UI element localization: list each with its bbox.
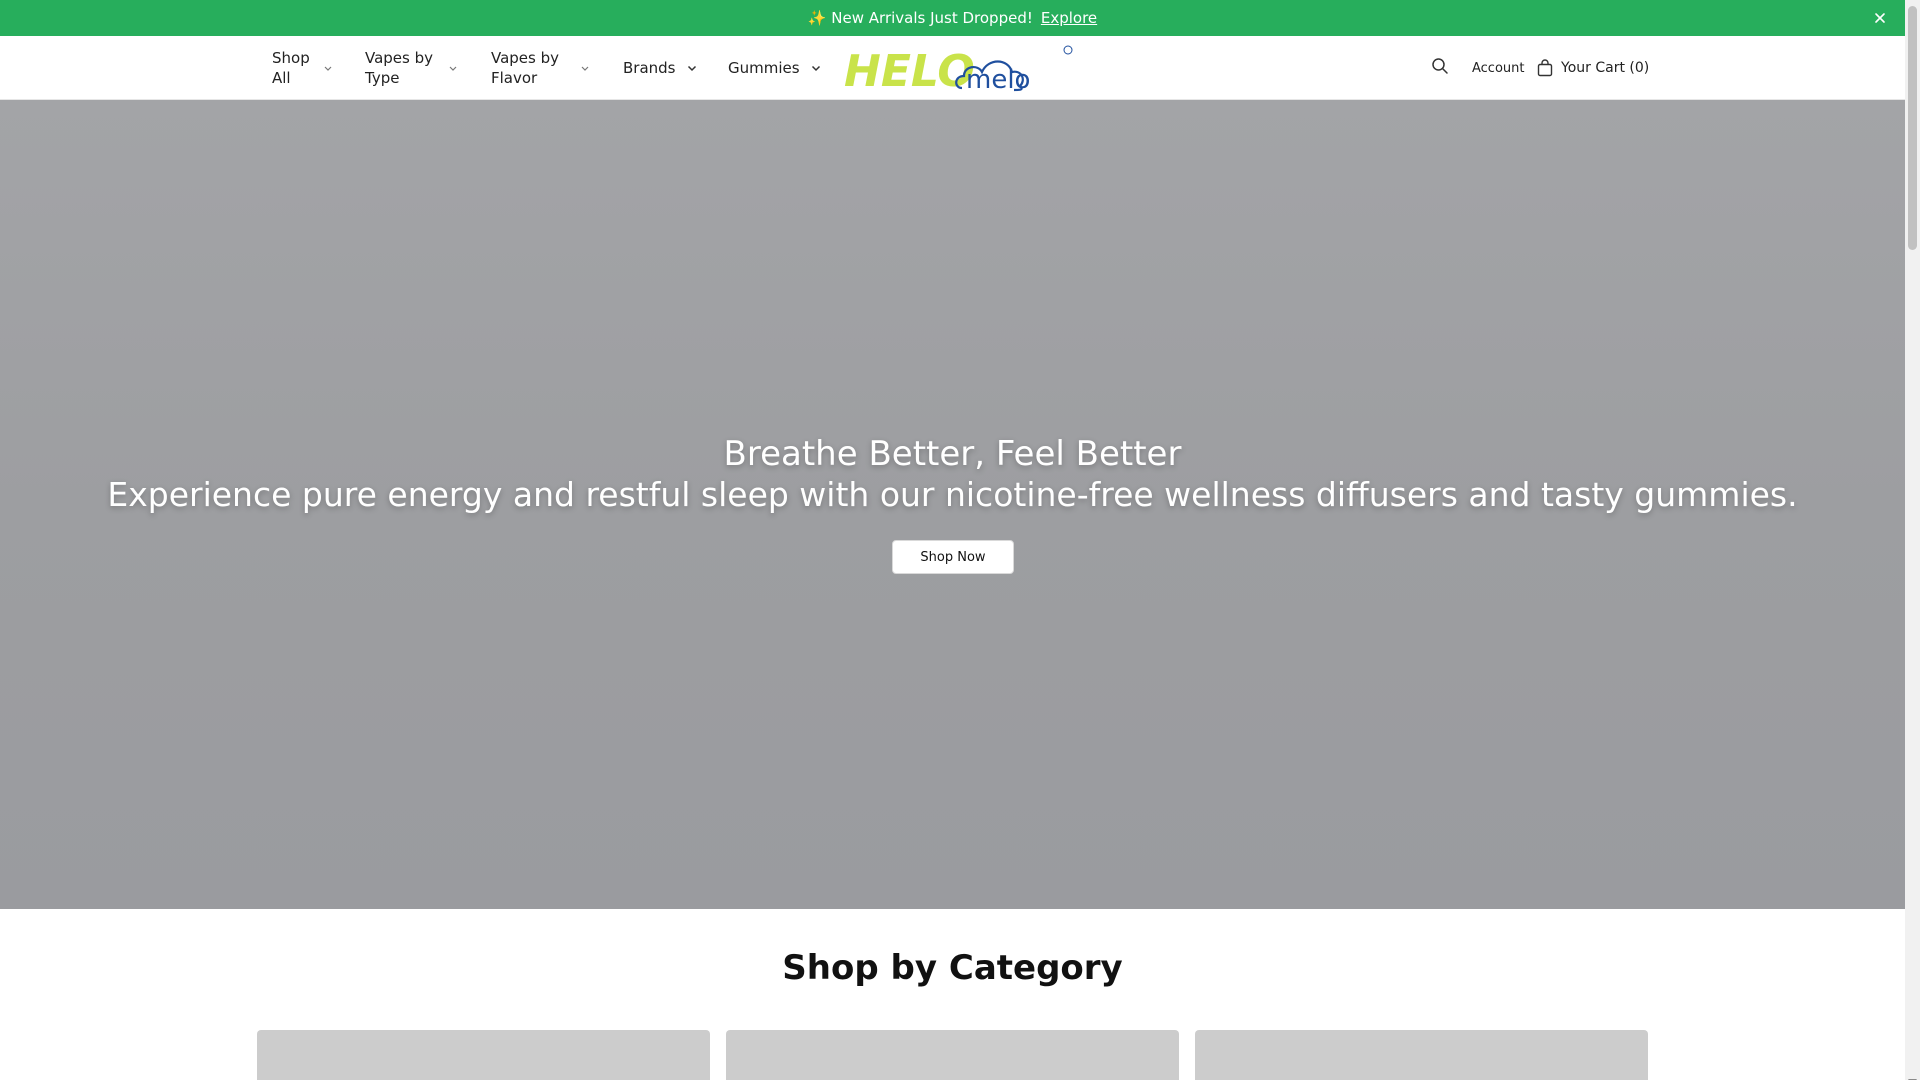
nav-vapes-by-type[interactable]: Vapes by Type xyxy=(365,36,459,100)
brand-logos[interactable]: HELO melo xyxy=(842,44,1074,97)
category-card[interactable] xyxy=(726,1030,1179,1080)
chevron-down-icon xyxy=(810,62,822,74)
sparkle-icon: ✨ xyxy=(807,9,827,27)
hero-title: Breathe Better, Feel Better xyxy=(723,434,1182,474)
scroll-down-icon[interactable] xyxy=(1908,1070,1917,1080)
bag-icon xyxy=(1537,59,1553,77)
melo-logo-text: melo xyxy=(966,65,1030,94)
chevron-down-icon xyxy=(447,62,459,74)
shop-now-button[interactable]: Shop Now xyxy=(892,540,1014,574)
nav-vapes-by-flavor-label: Vapes by Flavor xyxy=(491,49,560,87)
nav-brands-label: Brands xyxy=(623,59,676,77)
scrollbar-thumb[interactable] xyxy=(1908,6,1917,250)
close-icon[interactable] xyxy=(1871,9,1889,27)
search-button[interactable] xyxy=(1428,36,1452,100)
page-scrollbar[interactable] xyxy=(1905,0,1920,1080)
cart-label: Your Cart (0) xyxy=(1561,60,1650,76)
cart-link[interactable]: Your Cart (0) xyxy=(1537,36,1649,100)
nav-shop-all[interactable]: Shop All xyxy=(272,36,334,100)
helo-melo-logo: HELO melo xyxy=(844,45,1073,97)
category-card[interactable] xyxy=(257,1030,710,1080)
nav-gummies-label: Gummies xyxy=(728,59,800,77)
hero-subtitle: Experience pure energy and restful sleep… xyxy=(107,475,1798,514)
announcement-bar: ✨ New Arrivals Just Dropped! Explore xyxy=(0,0,1905,36)
site-header: Shop All Vapes by Type Vapes by Flavor Bran… xyxy=(0,36,1905,100)
announcement-text: ✨ New Arrivals Just Dropped! xyxy=(808,9,1033,27)
helo-logo-text: HELO xyxy=(844,46,975,94)
account-link[interactable]: Account xyxy=(1472,36,1525,100)
nav-shop-all-label: Shop All xyxy=(272,49,310,87)
chevron-down-icon xyxy=(579,62,591,74)
nav-gummies[interactable]: Gummies xyxy=(728,36,822,100)
nav-vapes-by-type-label: Vapes by Type xyxy=(365,49,434,87)
hero-banner: Breathe Better, Feel Better Experience p… xyxy=(0,100,1905,909)
chevron-down-icon xyxy=(322,62,334,74)
nav-brands[interactable]: Brands xyxy=(623,36,698,100)
nav-vapes-by-flavor[interactable]: Vapes by Flavor xyxy=(491,36,591,100)
announcement-message: New Arrivals Just Dropped! xyxy=(831,9,1033,27)
chevron-down-icon xyxy=(686,62,698,74)
explore-link[interactable]: Explore xyxy=(1041,9,1097,27)
search-icon xyxy=(1431,57,1449,79)
category-card[interactable] xyxy=(1195,1030,1648,1080)
section-title: Shop by Category xyxy=(782,948,1123,988)
